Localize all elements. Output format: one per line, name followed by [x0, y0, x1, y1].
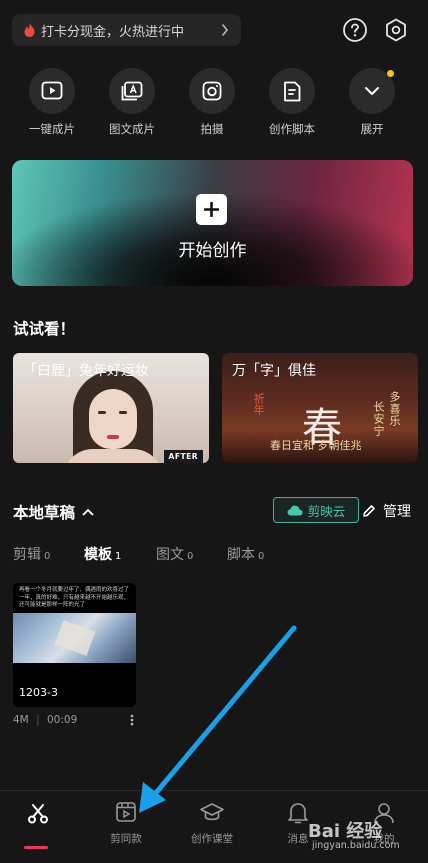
- pencil-icon: [363, 505, 375, 517]
- promo-text: 打卡分现金，火热进行中: [41, 24, 185, 40]
- quick-action-one-click[interactable]: 一键成片: [12, 68, 92, 137]
- quick-action-label: 创作脚本: [269, 122, 315, 136]
- vertical-text-2: 长安宁: [372, 401, 385, 437]
- flame-icon: [24, 23, 35, 37]
- draft-meta: 4M | 00:09: [13, 714, 78, 726]
- nav-label: 创作课堂: [191, 833, 233, 845]
- nav-templates[interactable]: 剪同款: [86, 801, 166, 846]
- thumbnail-detail: [54, 619, 96, 657]
- quick-action-label: 一键成片: [29, 122, 75, 136]
- tab-template[interactable]: 模板 1: [84, 544, 121, 564]
- draft-thumbnail: [13, 613, 136, 663]
- notification-dot: [387, 70, 394, 77]
- drafts-title: 本地草稿: [13, 504, 76, 522]
- after-badge: AFTER: [163, 450, 203, 463]
- quick-actions: 一键成片 图文成片 拍摄 创作脚本 展开: [0, 68, 428, 138]
- portrait-eye: [119, 411, 127, 414]
- plus-icon: [196, 194, 227, 225]
- try-card-makeup[interactable]: 「白鹿」兔年好运妆 AFTER: [13, 353, 209, 463]
- promo-banner[interactable]: 打卡分现金，火热进行中: [12, 14, 241, 46]
- try-card-characters[interactable]: 万「字」俱佳 祈年 春 多喜乐 长安宁 春日宜和 岁朝佳兆: [222, 353, 418, 463]
- watermark-url: jingyan.baidu.com: [312, 840, 400, 851]
- portrait-lips: [107, 435, 119, 439]
- text-image-icon: [121, 81, 143, 101]
- quick-action-bubble: [349, 68, 395, 114]
- side-text: 祈年: [252, 393, 265, 415]
- quick-action-text-to-video[interactable]: 图文成片: [92, 68, 172, 137]
- more-options-icon[interactable]: [128, 713, 136, 727]
- quick-action-bubble: [269, 68, 315, 114]
- quick-action-label: 拍摄: [200, 122, 224, 136]
- tab-count: 1: [115, 551, 122, 562]
- camera-icon: [202, 81, 222, 101]
- try-card-title: 「白鹿」兔年好运妆: [23, 363, 149, 379]
- portrait-face: [89, 389, 137, 449]
- tab-label: 脚本: [227, 547, 255, 563]
- manage-label: 管理: [383, 504, 411, 520]
- draft-name: 1203-3: [19, 686, 58, 699]
- script-icon: [284, 81, 301, 101]
- bell-icon: [288, 803, 308, 824]
- quick-action-bubble: [109, 68, 155, 114]
- scissors-icon: [28, 804, 48, 824]
- help-icon[interactable]: [342, 17, 368, 43]
- nav-label: 剪同款: [110, 833, 142, 845]
- vertical-text-1: 多喜乐: [388, 391, 401, 427]
- draft-caption: 再看一个冬月就要过年了，偶遇雨的欢喜过了一年，真的好难，只有越来越不开始越乐观，…: [19, 587, 130, 608]
- chevron-down-icon: [365, 87, 379, 95]
- quick-action-script[interactable]: 创作脚本: [252, 68, 332, 137]
- manage-button[interactable]: 管理: [362, 501, 411, 521]
- template-icon: [116, 802, 136, 822]
- try-card-title: 万「字」俱佳: [232, 363, 316, 379]
- draft-size: 4M: [13, 714, 29, 726]
- quick-action-label: 展开: [360, 122, 384, 136]
- tab-edit[interactable]: 剪辑 0: [13, 544, 50, 564]
- chevron-up-icon: [82, 508, 94, 516]
- tab-script[interactable]: 脚本 0: [227, 544, 264, 564]
- quick-action-shoot[interactable]: 拍摄: [172, 68, 252, 137]
- cloud-label: 剪映云: [307, 503, 346, 519]
- cloud-icon: [287, 505, 303, 515]
- nav-classroom[interactable]: 创作课堂: [172, 801, 252, 846]
- try-section-title: 试试看！: [13, 320, 76, 338]
- tab-label: 剪辑: [13, 547, 41, 563]
- quick-action-bubble: [29, 68, 75, 114]
- quick-action-expand[interactable]: 展开: [332, 68, 412, 137]
- graduation-cap-icon: [200, 803, 224, 821]
- play-icon: [41, 81, 63, 100]
- tab-count: 0: [187, 551, 194, 562]
- cloud-button[interactable]: 剪映云: [273, 497, 359, 523]
- tab-count: 0: [44, 551, 51, 562]
- top-bar: 打卡分现金，火热进行中: [12, 14, 416, 46]
- quick-action-label: 图文成片: [109, 122, 155, 136]
- portrait-eye: [98, 411, 106, 414]
- tab-label: 图文: [156, 547, 184, 563]
- start-creation-label: 开始创作: [178, 241, 247, 261]
- active-indicator: [24, 846, 48, 849]
- chevron-right-icon: [222, 24, 229, 36]
- nav-edit[interactable]: [0, 801, 78, 849]
- draft-item[interactable]: 再看一个冬月就要过年了，偶遇雨的欢喜过了一年，真的好难，只有越来越不开始越乐观，…: [13, 583, 136, 707]
- tab-count: 0: [258, 551, 265, 562]
- drafts-header[interactable]: 本地草稿: [13, 501, 94, 523]
- draft-duration: 00:09: [46, 714, 78, 726]
- bottom-text: 春日宜和 岁朝佳兆: [270, 439, 362, 452]
- quick-action-bubble: [189, 68, 235, 114]
- tab-label: 模板: [84, 547, 112, 563]
- settings-icon[interactable]: [383, 17, 409, 43]
- tab-image-text[interactable]: 图文 0: [156, 544, 193, 564]
- start-creation-card[interactable]: 开始创作: [12, 160, 413, 286]
